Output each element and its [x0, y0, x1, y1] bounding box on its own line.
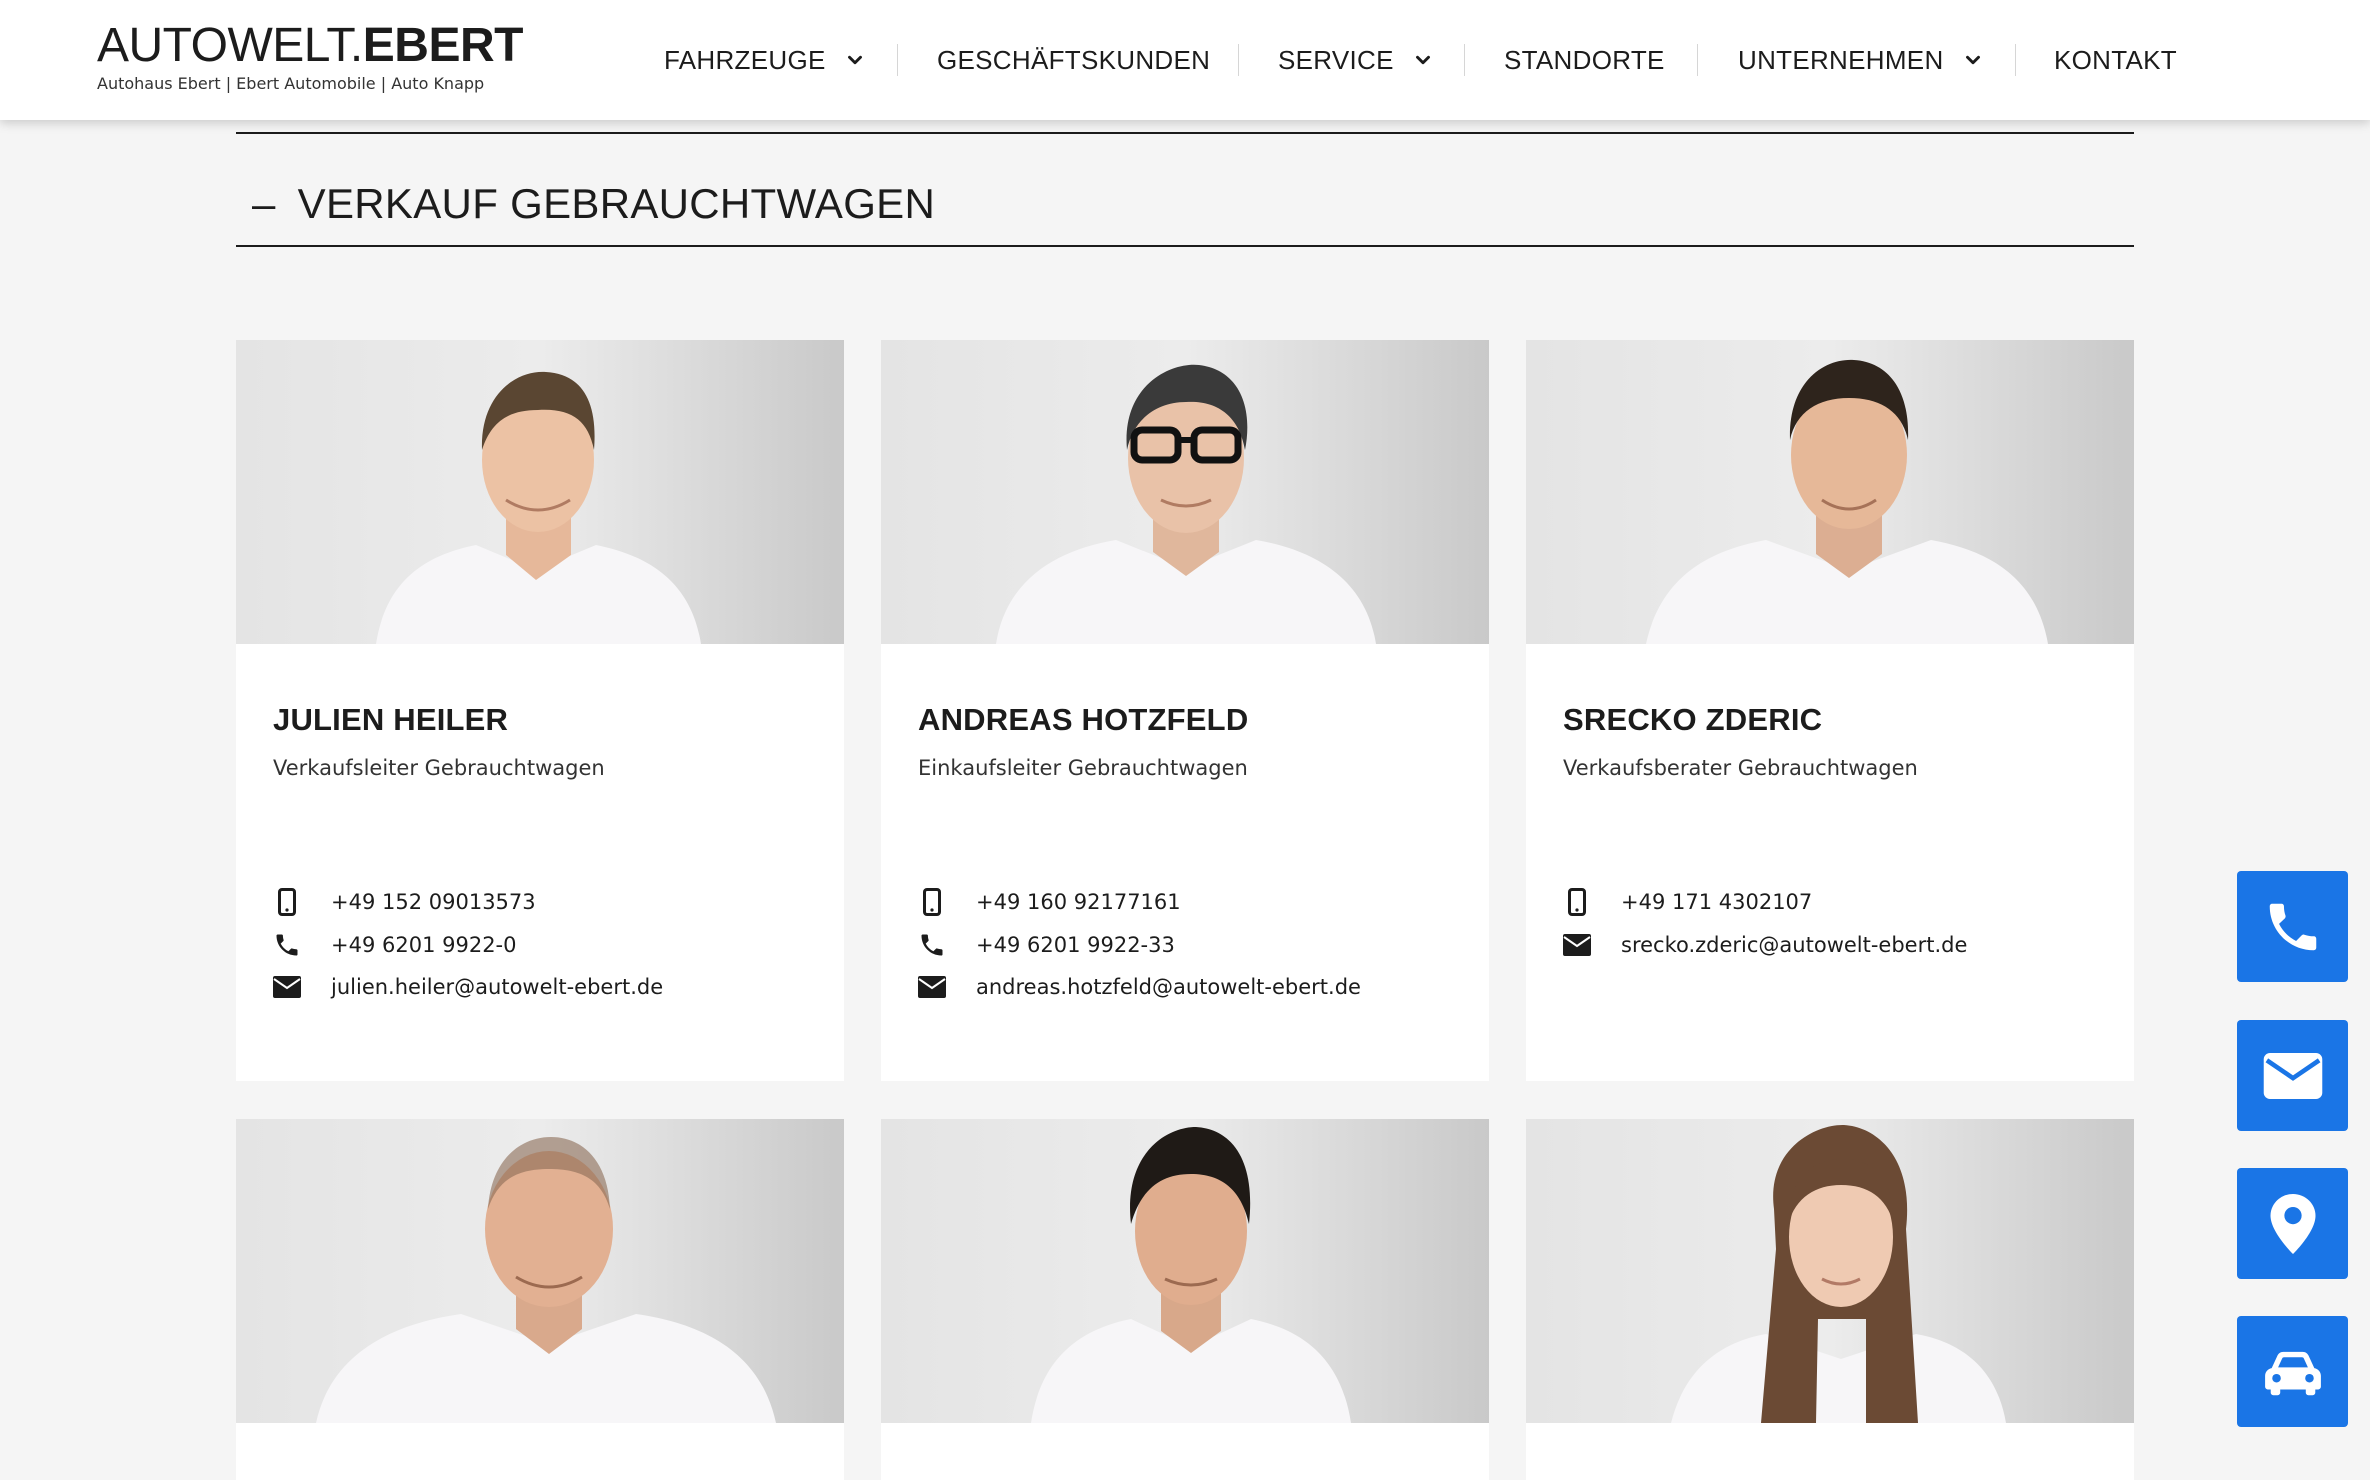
section-title-verkauf-gebrauchtwagen[interactable]: – VERKAUF GEBRAUCHTWAGEN [252, 176, 935, 232]
nav-item-standorte[interactable]: STANDORTE [1504, 40, 1665, 80]
nav-item-kontakt[interactable]: KONTAKT [2054, 40, 2177, 80]
site-header: AUTOWELT.EBERT Autohaus Ebert | Ebert Au… [0, 0, 2370, 120]
section-divider-top [236, 132, 2134, 134]
nav-label: KONTAKT [2054, 44, 2177, 75]
phone-icon [918, 931, 946, 959]
nav-label: FAHRZEUGE [664, 44, 826, 75]
nav-label: GESCHÄFTSKUNDEN [937, 44, 1211, 75]
email-contact[interactable]: julien.heiler@autowelt-ebert.de [273, 970, 663, 1004]
envelope-icon [2263, 1052, 2322, 1099]
mobile-phone-icon [1563, 888, 1591, 916]
nav-label: STANDORTE [1504, 44, 1665, 75]
chevron-down-icon [1965, 55, 1980, 65]
mobile-number: +49 160 92177161 [976, 890, 1181, 914]
email-address: julien.heiler@autowelt-ebert.de [331, 975, 664, 999]
mobile-contact[interactable]: +49 171 4302107 [1563, 885, 1812, 919]
mobile-contact[interactable]: +49 152 09013573 [273, 885, 536, 919]
nav-divider [1238, 44, 1239, 76]
mobile-number: +49 152 09013573 [331, 890, 536, 914]
person-role: Einkaufsleiter Gebrauchtwagen [918, 756, 1248, 780]
envelope-icon [273, 973, 301, 1001]
portrait-photo [881, 340, 1489, 644]
nav-item-fahrzeuge[interactable]: FAHRZEUGE [664, 40, 866, 80]
nav-label: SERVICE [1278, 44, 1394, 75]
vehicles-button[interactable] [2237, 1316, 2348, 1427]
mobile-number: +49 171 4302107 [1621, 890, 1813, 914]
phone-number: +49 6201 9922-33 [976, 933, 1175, 957]
chevron-down-icon [847, 55, 862, 65]
call-button[interactable] [2237, 871, 2348, 982]
team-card: ANDREAS HOTZFELD Einkaufsleiter Gebrauch… [881, 340, 1489, 1081]
nav-label: UNTERNEHMEN [1738, 44, 1944, 75]
portrait-photo [236, 1119, 844, 1423]
phone-number: +49 6201 9922-0 [331, 933, 517, 957]
email-contact[interactable]: andreas.hotzfeld@autowelt-ebert.de [918, 970, 1361, 1004]
mobile-contact[interactable]: +49 160 92177161 [918, 885, 1181, 919]
portrait-photo [881, 1119, 1489, 1423]
person-name: ANDREAS HOTZFELD [918, 702, 1249, 737]
email-button[interactable] [2237, 1020, 2348, 1131]
team-card [1526, 1119, 2134, 1480]
map-pin-icon [2270, 1193, 2315, 1254]
chevron-down-icon [1415, 55, 1430, 65]
person-role: Verkaufsleiter Gebrauchtwagen [273, 756, 605, 780]
team-card [236, 1119, 844, 1480]
mobile-phone-icon [918, 888, 946, 916]
nav-divider [1697, 44, 1698, 76]
car-icon [2264, 1351, 2321, 1395]
collapse-toggle: – [252, 180, 276, 227]
mobile-phone-icon [273, 888, 301, 916]
person-name: JULIEN HEILER [273, 702, 509, 737]
section-divider-bottom [236, 245, 2134, 247]
nav-divider [2015, 44, 2016, 76]
portrait-photo [1526, 1119, 2134, 1423]
section-title-text: VERKAUF GEBRAUCHTWAGEN [297, 180, 936, 227]
email-address: andreas.hotzfeld@autowelt-ebert.de [976, 975, 1361, 999]
team-card: JULIEN HEILER Verkaufsleiter Gebrauchtwa… [236, 340, 844, 1081]
team-card: SRECKO ZDERIC Verkaufsberater Gebrauchtw… [1526, 340, 2134, 1081]
phone-icon [2269, 903, 2316, 950]
phone-icon [273, 931, 301, 959]
phone-contact[interactable]: +49 6201 9922-0 [273, 928, 517, 962]
nav-divider [1464, 44, 1465, 76]
envelope-icon [1563, 931, 1591, 959]
nav-item-geschaeftskunden[interactable]: GESCHÄFTSKUNDEN [937, 40, 1210, 80]
main-navigation: FAHRZEUGE GESCHÄFTSKUNDEN SERVICE STANDO… [0, 0, 2370, 120]
nav-item-service[interactable]: SERVICE [1278, 40, 1434, 80]
person-name: SRECKO ZDERIC [1563, 702, 1823, 737]
person-role: Verkaufsberater Gebrauchtwagen [1563, 756, 1918, 780]
phone-contact[interactable]: +49 6201 9922-33 [918, 928, 1175, 962]
nav-item-unternehmen[interactable]: UNTERNEHMEN [1738, 40, 1984, 80]
team-card [881, 1119, 1489, 1480]
envelope-icon [918, 973, 946, 1001]
email-contact[interactable]: srecko.zderic@autowelt-ebert.de [1563, 928, 1967, 962]
portrait-photo [236, 340, 844, 644]
nav-divider [897, 44, 898, 76]
location-button[interactable] [2237, 1168, 2348, 1279]
portrait-photo [1526, 340, 2134, 644]
email-address: srecko.zderic@autowelt-ebert.de [1621, 933, 1968, 957]
